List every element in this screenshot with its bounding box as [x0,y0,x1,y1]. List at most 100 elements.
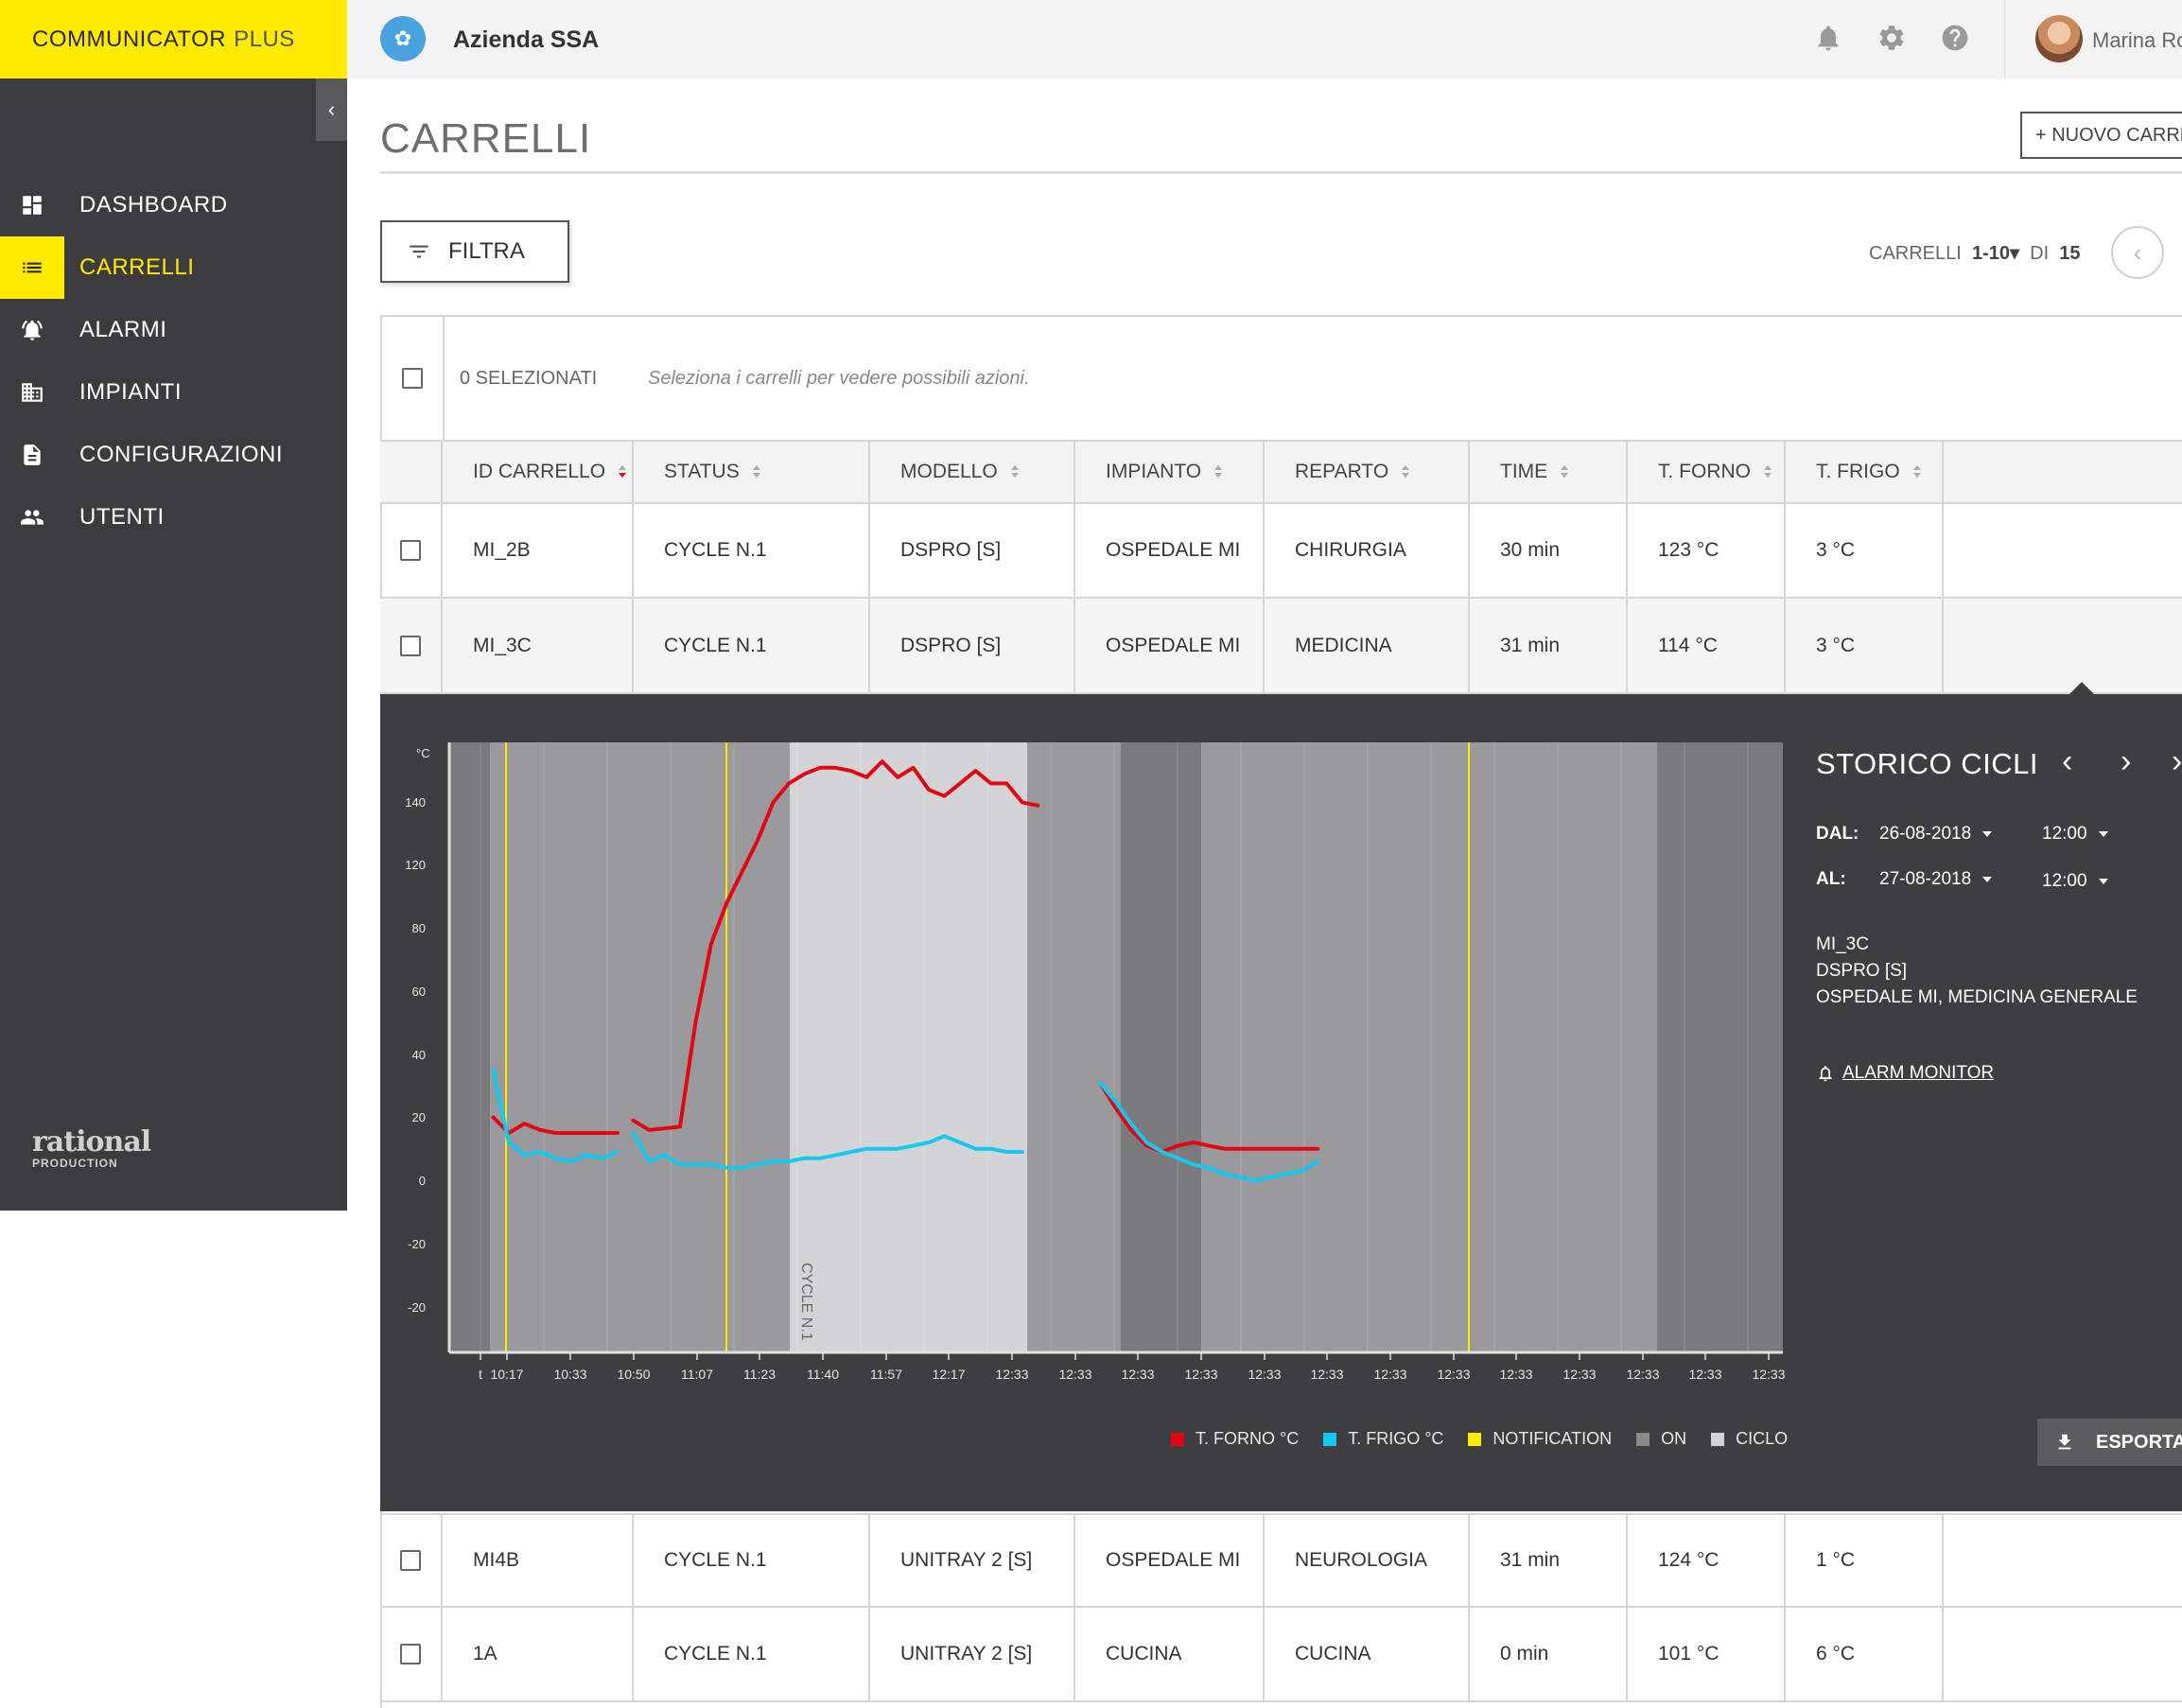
x-tick-label: 12:33 [1499,1367,1532,1382]
cell-forno: 124 °C [1628,1515,1786,1606]
table-row[interactable]: MI4B CYCLE N.1 UNITRAY 2 [S] OSPEDALE MI… [380,1513,2182,1608]
cell-time: 31 min [1470,1515,1628,1606]
cell-forno: 101 °C [1628,1608,1786,1700]
info-location: OSPEDALE MI, MEDICINA GENERALE [1816,987,2138,1007]
cell-modello: UNITRAY 2 [S] [870,1608,1075,1700]
info-cart: MI_3C [1816,934,1869,954]
row-checkbox-cell [380,1515,443,1606]
y-axis-unit-label: °C [416,746,430,760]
storico-title: STORICO CICLI [1816,747,2039,780]
x-tick-label: 12:33 [1310,1367,1343,1382]
x-tick-label: 12:33 [1752,1367,1785,1382]
dal-date: 26-08-2018 [1879,824,1972,844]
table-row[interactable]: 1A CYCLE N.1 UNITRAY 2 [S] CUCINA CUCINA… [380,1608,2182,1702]
download-icon [2058,1434,2071,1450]
al-time-select[interactable]: 12:00 [2042,871,2108,892]
x-tick-label: 11:57 [870,1367,902,1382]
cell-modello: UNITRAY 2 [S] [870,1515,1075,1606]
x-tick-label: 12:33 [1184,1367,1217,1382]
legend-item: NOTIFICATION [1468,1429,1612,1449]
app-root: { "brand": {"name": "COMMUNICATOR", "suf… [0,0,2182,1708]
x-tick-label: 11:07 [681,1367,713,1382]
legend-label: T. FORNO °C [1196,1429,1300,1448]
cell-text: CUCINA [1295,1643,1371,1664]
dal-time: 12:00 [2042,824,2087,844]
chevron-down-icon [2098,830,2108,837]
cell-id: MI4B [443,1515,634,1606]
y-tick-label: 20 [412,1110,426,1124]
row-checkbox[interactable] [400,1644,421,1664]
cell-text: OSPEDALE MI [1106,1549,1241,1571]
cell-text: CYCLE N.1 [664,1549,767,1571]
y-tick-label: 120 [405,858,426,872]
y-tick-label: 60 [412,985,426,999]
chart-legend: T. FORNO °C T. FRIGO °C NOTIFICATION ON CICL… [1171,1429,1812,1449]
legend-swatch [1711,1432,1725,1446]
chart-state-band [1201,742,1657,1352]
close-panel-button[interactable]: › [2172,743,2182,780]
cell-text: MI4B [473,1549,520,1571]
export-button[interactable]: ESPORTA [2037,1419,2182,1466]
dal-date-select[interactable]: 26-08-2018 [1879,824,1993,845]
legend-swatch [1468,1432,1482,1446]
cycle-band-label: CYCLE N.1 [798,1263,814,1341]
temperature-chart: °C 140 120 80 60 40 20 0 -20 -20 t 10:17 10:33 10:50 1… [405,742,1786,1382]
x-tick-label: 12:33 [1437,1367,1470,1382]
legend-item: CICLO [1711,1429,1788,1449]
chevron-down-icon [1982,830,1993,837]
dal-label: DAL: [1816,824,1859,844]
al-label: AL: [1816,869,1846,889]
legend-label: CICLO [1736,1429,1789,1448]
y-tick-label: -20 [408,1237,426,1251]
chart-state-band [490,742,790,1352]
cell-text: CUCINA [1106,1643,1182,1664]
dal-time-select[interactable]: 12:00 [2042,824,2108,845]
chart-state-band [449,742,490,1352]
legend-swatch [1636,1432,1650,1446]
alarm-monitor-link[interactable]: ALARM MONITOR [1816,1063,1994,1084]
chart-state-band [790,742,1027,1352]
cell-text: 0 min [1500,1643,1549,1664]
al-date-select[interactable]: 27-08-2018 [1879,869,1993,890]
x-tick-label: 12:33 [1121,1367,1154,1382]
legend-label: NOTIFICATION [1492,1429,1613,1448]
cell-id: 1A [443,1608,634,1700]
x-tick-label: 12:33 [995,1367,1028,1382]
x-tick-label: 12:33 [1626,1367,1659,1382]
x-tick-label: 12:33 [1562,1367,1596,1382]
legend-label: T. FRIGO °C [1348,1429,1444,1448]
cell-status: CYCLE N.1 [634,1515,870,1606]
cell-text: UNITRAY 2 [S] [900,1643,1033,1664]
legend-label: ON [1661,1429,1687,1448]
x-tick-label: 10:17 [490,1367,523,1382]
cell-impianto: OSPEDALE MI [1075,1515,1265,1606]
legend-swatch [1323,1432,1337,1446]
cell-status: CYCLE N.1 [634,1608,870,1700]
cell-text: NEUROLOGIA [1295,1549,1428,1571]
next-cycle-button[interactable]: › [2121,743,2131,780]
row-checkbox[interactable] [400,1550,421,1571]
cell-text: CYCLE N.1 [664,1643,767,1664]
cell-text: 1A [473,1643,497,1664]
x-tick-label: 11:40 [807,1367,839,1382]
info-model: DSPRO [S] [1816,961,1908,981]
x-tick-label: 11:23 [743,1367,776,1382]
legend-item: ON [1636,1429,1686,1449]
cell-time: 0 min [1470,1608,1628,1700]
x-tick-label: 10:50 [617,1367,650,1382]
x-tick-label: 12:33 [1373,1367,1406,1382]
x-tick-label: 12:33 [1688,1367,1721,1382]
x-tick-label: 12:33 [1058,1367,1091,1382]
prev-cycle-button[interactable]: ‹ [2062,743,2072,780]
al-time: 12:00 [2042,871,2087,891]
chart-state-band [1657,742,1783,1352]
chart-state-band [1027,742,1121,1352]
bell-icon [1819,1066,1832,1082]
cell-frigo: 6 °C [1786,1608,1944,1700]
chevron-down-icon [2098,878,2108,884]
legend-swatch [1171,1432,1184,1446]
cell-reparto: NEUROLOGIA [1265,1515,1470,1606]
cell-impianto: CUCINA [1075,1608,1265,1700]
x-tick-label: 10:33 [553,1367,586,1382]
legend-item: T. FRIGO °C [1323,1429,1443,1449]
